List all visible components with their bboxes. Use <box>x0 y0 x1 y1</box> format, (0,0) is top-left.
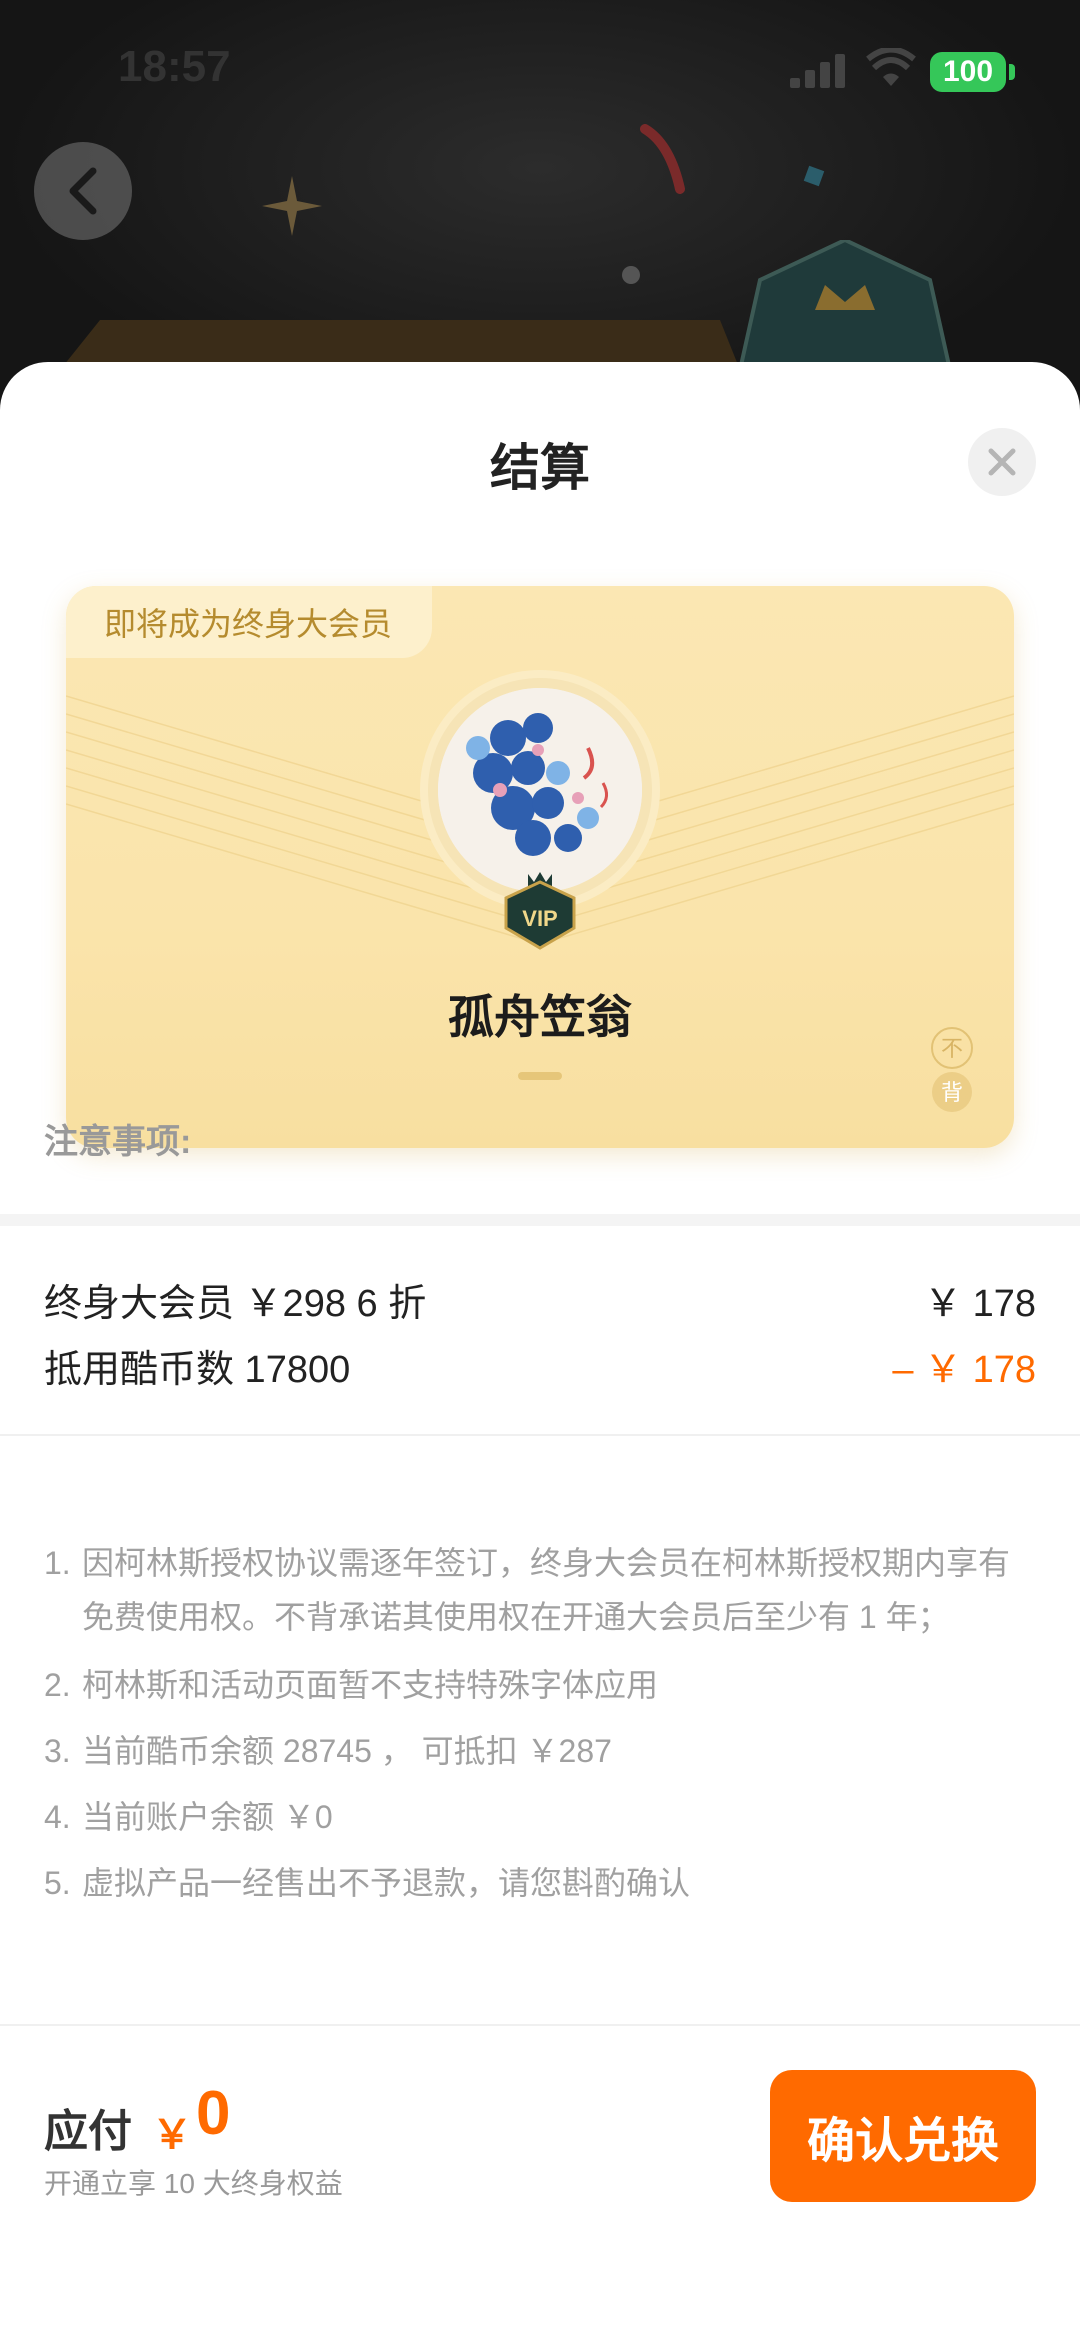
signal-icon <box>790 54 845 88</box>
membership-tag: 即将成为终身大会员 <box>66 586 433 658</box>
coins-row: 抵用酷币数 17800 – ￥ 178 <box>44 1338 1036 1398</box>
note-number: 4. <box>44 1799 71 1835</box>
battery-indicator: 100 <box>930 52 1006 92</box>
membership-price-row: 终身大会员 ￥298 6 折 ￥ 178 <box>44 1272 1036 1332</box>
note-item: 2. 柯林斯和活动页面暂不支持特殊字体应用 <box>44 1658 1024 1712</box>
note-item: 4. 当前账户余额 ￥0 <box>44 1790 1024 1844</box>
battery-tip <box>1009 64 1015 80</box>
note-item: 1. 因柯林斯授权协议需逐年签订，终身大会员在柯林斯授权期内享有免费使用权。不背… <box>44 1536 1024 1644</box>
divider-line <box>0 1434 1080 1436</box>
sparkle-icon <box>262 176 322 236</box>
flower-avatar-image <box>438 688 642 892</box>
membership-label: 终身大会员 ￥298 6 折 <box>44 1283 427 1325</box>
pay-label: 应付 <box>44 2107 132 2156</box>
chevron-left-icon <box>69 167 97 215</box>
confirm-exchange-button[interactable]: 确认兑换 <box>770 2070 1036 2202</box>
note-text: 当前酷币余额 28745 ， 可抵扣 ￥287 <box>82 1733 612 1769</box>
note-number: 2. <box>44 1667 71 1703</box>
card-username: 孤舟笠翁 <box>448 991 632 1043</box>
note-text: 柯林斯和活动页面暂不支持特殊字体应用 <box>82 1667 659 1703</box>
coins-discount: – ￥ 178 <box>892 1349 1036 1391</box>
avatar <box>438 688 642 892</box>
coins-label: 抵用酷币数 17800 <box>44 1349 351 1391</box>
crown-badge-icon <box>737 240 953 370</box>
pay-subtitle: 开通立享 10 大终身权益 <box>44 2168 343 2199</box>
pay-currency: ￥ <box>152 2113 192 2157</box>
membership-price: ￥ 178 <box>924 1283 1036 1325</box>
svg-text:不: 不 <box>941 1037 963 1062</box>
svg-text:VIP: VIP <box>522 906 557 931</box>
seal-icon: 不 背 <box>931 1027 973 1112</box>
wifi-icon <box>866 48 916 86</box>
pay-amount: 0 <box>196 2079 231 2148</box>
close-button[interactable] <box>968 428 1036 496</box>
footer-divider <box>0 2024 1080 2026</box>
note-item: 5. 虚拟产品一经售出不予退款，请您斟酌确认 <box>44 1856 1024 1910</box>
note-number: 5. <box>44 1865 71 1901</box>
card-indicator <box>518 1072 562 1080</box>
note-text: 因柯林斯授权协议需逐年签订，终身大会员在柯林斯授权期内享有免费使用权。不背承诺其… <box>82 1545 1011 1635</box>
vip-card: 即将成为终身大会员 VIP 孤舟笠翁 不 背 <box>66 586 1014 1148</box>
note-item: 3. 当前酷币余额 28745 ， 可抵扣 ￥287 <box>44 1724 1024 1778</box>
close-icon <box>988 448 1016 476</box>
svg-text:背: 背 <box>941 1081 963 1106</box>
sheet-title: 结算 <box>490 440 590 496</box>
note-text: 虚拟产品一经售出不予退款，请您斟酌确认 <box>82 1865 691 1901</box>
section-divider <box>0 1214 1080 1226</box>
note-number: 3. <box>44 1733 71 1769</box>
status-time: 18:57 <box>118 42 231 91</box>
status-bar: 18:57 100 <box>0 0 1080 140</box>
notes-title: 注意事项: <box>44 1123 192 1161</box>
square-decoration <box>803 165 825 187</box>
back-button[interactable] <box>34 142 132 240</box>
note-number: 1. <box>44 1545 71 1581</box>
vip-badge-icon: VIP <box>504 872 576 950</box>
title-banner-decoration <box>60 320 740 370</box>
note-text: 当前账户余额 ￥0 <box>82 1799 333 1835</box>
dot-decoration <box>622 266 640 284</box>
